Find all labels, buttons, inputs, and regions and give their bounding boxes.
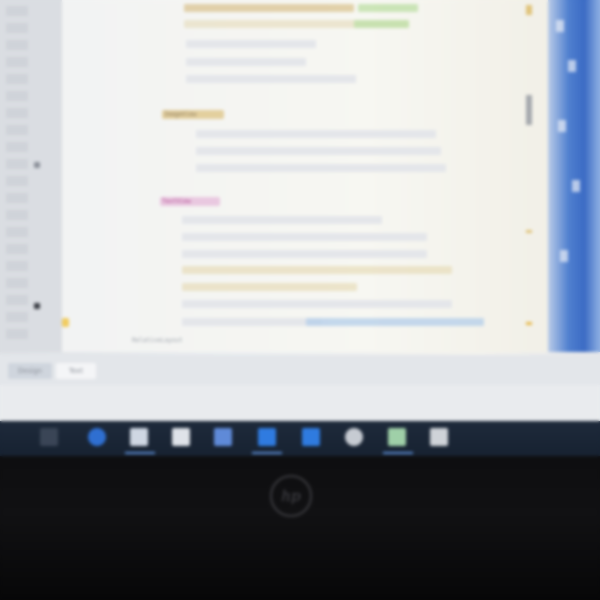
stripe-marker: [526, 5, 532, 15]
code-line: [182, 233, 427, 241]
line-number: [6, 210, 28, 220]
line-number: [6, 261, 28, 271]
status-bar: [0, 385, 600, 421]
line-number: [6, 193, 28, 203]
word-icon[interactable]: [214, 428, 232, 446]
textview-tag: TextView: [160, 197, 220, 206]
tab-text[interactable]: Text: [56, 363, 96, 379]
line-number: [6, 40, 28, 50]
editor-tab-bar: Design Text: [0, 355, 600, 385]
active-app-indicator: [383, 452, 413, 454]
app-blue-1-icon[interactable]: [258, 428, 276, 446]
code-line: [182, 250, 427, 258]
code-line: [182, 318, 322, 326]
line-number: [6, 57, 28, 67]
android-studio-icon[interactable]: [388, 428, 406, 446]
active-app-indicator: [125, 452, 155, 454]
hp-logo: hp: [270, 475, 312, 517]
taskbar: [0, 421, 600, 456]
line-number: [6, 295, 28, 305]
highlighted-code: [358, 4, 418, 12]
line-number: [6, 74, 28, 84]
line-number: [6, 312, 28, 322]
code-line: [182, 300, 452, 308]
code-line: [186, 40, 316, 48]
code-line: [196, 164, 446, 172]
code-editor[interactable]: ImageView TextView: [62, 0, 568, 352]
toolbox-icon[interactable]: [430, 428, 448, 446]
rail-button[interactable]: [560, 250, 568, 262]
error-stripe[interactable]: [518, 0, 540, 352]
code-line: [196, 147, 441, 155]
line-number-gutter: [0, 0, 62, 352]
rail-button[interactable]: [572, 180, 580, 192]
code-line: [186, 58, 306, 66]
imageview-tag: ImageView: [162, 110, 224, 119]
rail-button[interactable]: [556, 20, 564, 32]
highlighted-code: [354, 20, 409, 28]
breakpoint-icon[interactable]: [34, 162, 40, 168]
highlighted-code: [182, 266, 452, 274]
line-number: [6, 142, 28, 152]
line-number: [6, 278, 28, 288]
line-number: [6, 176, 28, 186]
laptop-screen: ImageView TextView RelativeLayout Design…: [0, 0, 600, 470]
highlighted-code: [182, 283, 357, 291]
tab-design[interactable]: Design: [8, 363, 52, 379]
stripe-marker: [526, 230, 532, 233]
selected-text: [306, 318, 484, 326]
highlighted-code: [184, 4, 354, 12]
tool-window-rail[interactable]: [548, 0, 600, 352]
line-number: [6, 227, 28, 237]
laptop-photo: ImageView TextView RelativeLayout Design…: [0, 0, 600, 600]
rail-button[interactable]: [558, 120, 566, 132]
line-number: [6, 125, 28, 135]
code-line: [196, 130, 436, 138]
task-view-icon[interactable]: [40, 428, 58, 446]
chrome-icon[interactable]: [345, 428, 363, 446]
line-number: [6, 244, 28, 254]
rail-button[interactable]: [568, 60, 576, 72]
breakpoint-icon[interactable]: [34, 303, 40, 309]
line-number: [6, 108, 28, 118]
line-number: [6, 159, 28, 169]
line-number: [6, 91, 28, 101]
file-explorer-icon[interactable]: [130, 428, 148, 446]
stripe-marker: [526, 95, 532, 125]
line-number: [6, 23, 28, 33]
active-app-indicator: [252, 452, 282, 454]
breadcrumb[interactable]: RelativeLayout: [132, 336, 252, 346]
edge-icon[interactable]: [88, 428, 106, 446]
app-blue-2-icon[interactable]: [302, 428, 320, 446]
stripe-marker: [526, 322, 532, 325]
store-icon[interactable]: [172, 428, 190, 446]
line-number: [6, 6, 28, 16]
code-line: [182, 216, 382, 224]
lightbulb-icon[interactable]: [62, 318, 69, 327]
line-number: [6, 329, 28, 339]
code-line: [186, 75, 356, 83]
